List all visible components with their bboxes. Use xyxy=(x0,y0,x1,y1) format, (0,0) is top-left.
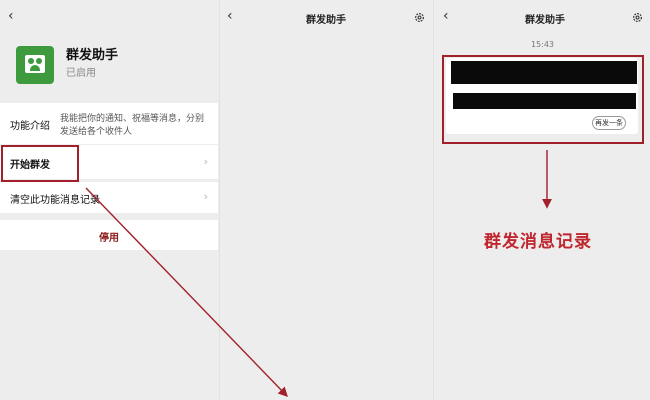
arrow-to-compose xyxy=(85,187,288,398)
annotation-arrows xyxy=(85,150,552,398)
history-annotation-label: 群发消息记录 xyxy=(484,232,592,252)
